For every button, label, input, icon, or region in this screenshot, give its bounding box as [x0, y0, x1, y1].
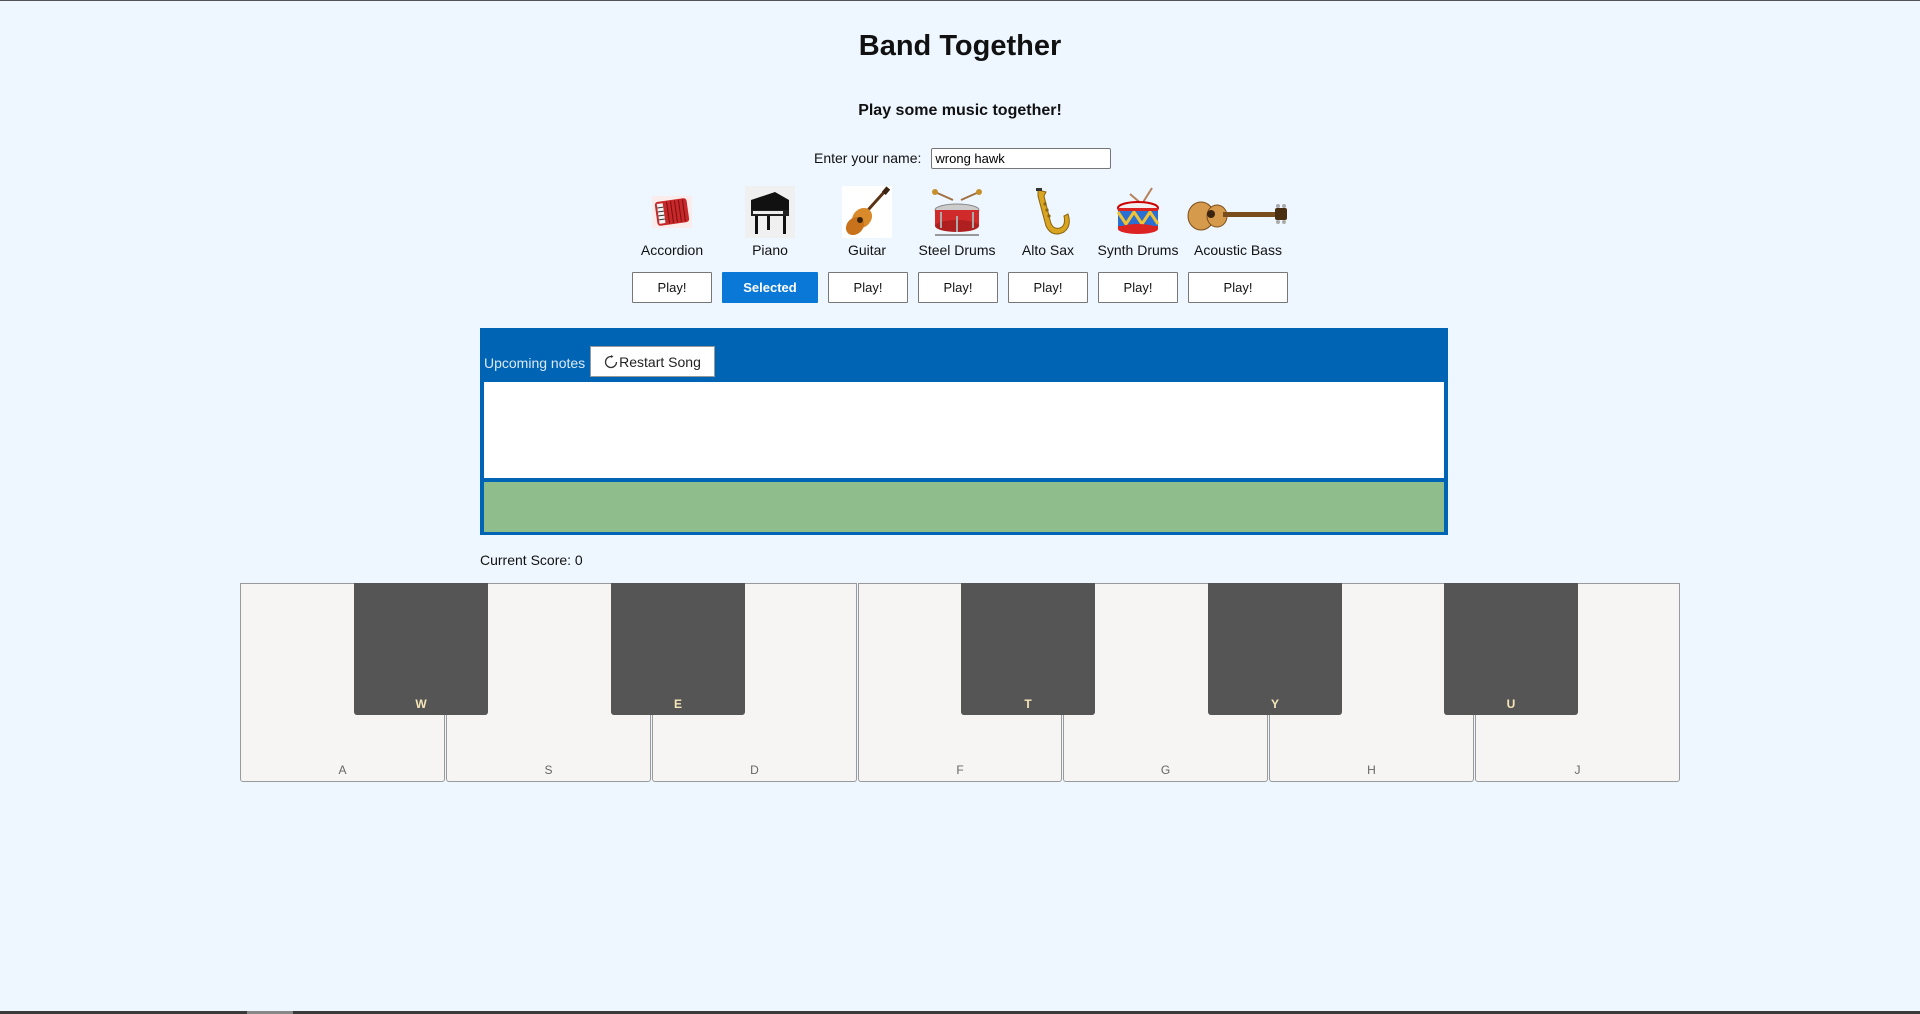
instrument-alto-sax[interactable]: Alto Sax [1013, 186, 1083, 258]
key-label: F [956, 763, 964, 777]
key-label: D [750, 763, 759, 777]
key-label: E [673, 697, 682, 711]
play-guitar-button[interactable]: Play! [828, 272, 908, 303]
piano-keyboard: A S D F G H J W E T Y U [240, 583, 1680, 783]
restart-song-button[interactable]: Restart Song [590, 346, 715, 377]
key-label: A [338, 763, 347, 777]
instrument-acoustic-bass[interactable]: Acoustic Bass [1187, 186, 1289, 258]
key-label: J [1574, 763, 1581, 777]
black-key-e[interactable]: E [611, 583, 745, 715]
name-input[interactable] [931, 147, 1112, 169]
accordion-icon [635, 186, 709, 238]
piano-icon [735, 186, 805, 238]
acoustic-bass-icon [1187, 186, 1289, 238]
play-alto-sax-button[interactable]: Play! [1008, 272, 1088, 303]
key-label: W [415, 697, 427, 711]
key-label: H [1367, 763, 1376, 777]
name-label: Enter your name: [814, 150, 922, 166]
play-steel-drums-button[interactable]: Play! [918, 272, 998, 303]
note-hit-zone [484, 482, 1444, 532]
play-acoustic-bass-button[interactable]: Play! [1188, 272, 1288, 303]
instrument-accordion[interactable]: Accordion [635, 186, 709, 258]
upcoming-notes-label: Upcoming notes [484, 355, 586, 371]
page-title: Band Together [858, 30, 1062, 62]
window-top-border [0, 0, 1920, 1]
key-label: U [1506, 697, 1516, 711]
play-piano-button[interactable]: Selected [722, 272, 818, 303]
instrument-label: Steel Drums [918, 242, 996, 258]
name-row: Enter your name: [814, 147, 1112, 169]
guitar-icon [837, 186, 897, 238]
notes-track [484, 382, 1444, 478]
upcoming-notes-panel: Upcoming notes Restart Song [480, 328, 1448, 535]
steel-drum-icon [917, 186, 997, 238]
restart-icon [605, 354, 618, 368]
instrument-label: Accordion [640, 242, 704, 258]
play-synth-drums-button[interactable]: Play! [1098, 272, 1178, 303]
black-key-t[interactable]: T [961, 583, 1095, 715]
instrument-label: Piano [752, 242, 788, 258]
drum-icon [1097, 186, 1179, 238]
key-label: T [1024, 697, 1032, 711]
black-key-w[interactable]: W [354, 583, 488, 715]
instrument-steel-drums[interactable]: Steel Drums [917, 186, 997, 258]
instrument-synth-drums[interactable]: Synth Drums [1097, 186, 1179, 258]
instrument-label: Synth Drums [1097, 242, 1179, 258]
black-key-u[interactable]: U [1444, 583, 1578, 715]
instrument-label: Guitar [847, 242, 887, 258]
play-accordion-button[interactable]: Play! [632, 272, 712, 303]
saxophone-icon [1013, 186, 1083, 238]
instrument-label: Acoustic Bass [1194, 242, 1282, 258]
black-key-y[interactable]: Y [1208, 583, 1342, 715]
current-score: Current Score: 0 [480, 552, 583, 568]
key-label: Y [1270, 697, 1279, 711]
instrument-label: Alto Sax [1021, 242, 1075, 258]
key-label: S [544, 763, 553, 777]
restart-song-label: Restart Song [619, 353, 701, 370]
instrument-guitar[interactable]: Guitar [837, 186, 897, 258]
key-label: G [1160, 763, 1171, 777]
page-subtitle: Play some music together! [858, 102, 1062, 119]
instrument-piano[interactable]: Piano [735, 186, 805, 258]
